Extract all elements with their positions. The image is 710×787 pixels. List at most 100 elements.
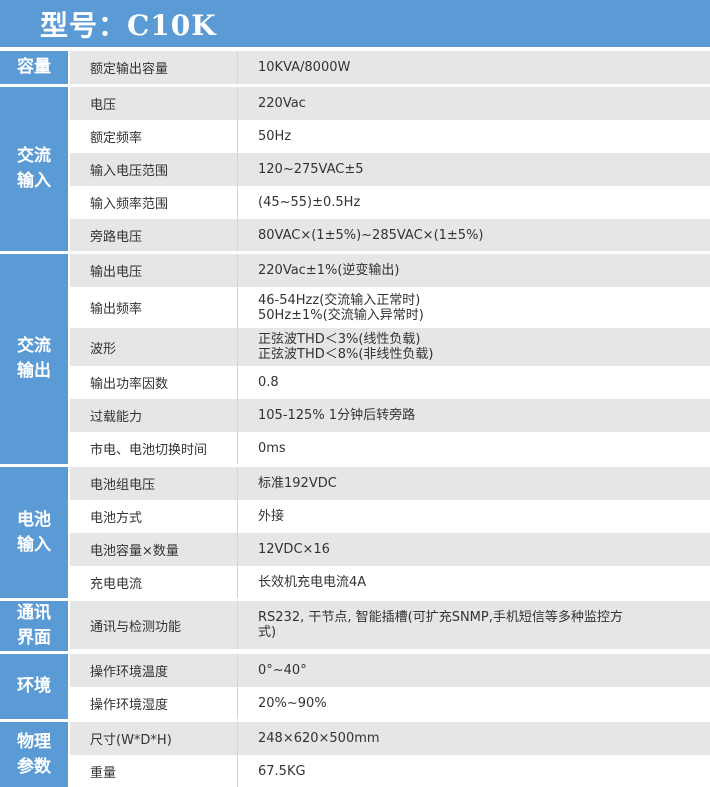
spec-name: 输出频率 — [70, 287, 238, 328]
spec-group: 容量 额定输出容量 10KVA/8000W — [0, 51, 710, 87]
group-label-text: 通讯界面 — [17, 603, 51, 648]
spec-value: 10KVA/8000W — [238, 51, 710, 84]
spec-row: 额定输出容量 10KVA/8000W — [70, 51, 710, 84]
spec-name: 通讯与检测功能 — [70, 601, 238, 649]
spec-name: 过载能力 — [70, 399, 238, 432]
spec-group: 电池输入 电池组电压 标准192VDC 电池方式 外接 电池容量×数量 12VDC×16 充电… — [0, 467, 710, 601]
spec-row: 输入频率范围 (45~55)±0.5Hz — [70, 186, 710, 219]
group-label: 环境 — [0, 654, 70, 719]
spec-value-line: (45~55)±0.5Hz — [258, 195, 361, 210]
spec-value: 外接 — [238, 500, 710, 533]
spec-name: 额定输出容量 — [70, 51, 238, 84]
spec-value: 248×620×500mm — [238, 722, 710, 755]
spec-sheet: 型号：C10K 容量 额定输出容量 10KVA/8000W 交流输入 电压 220Vac 额… — [0, 0, 710, 787]
spec-row: 电池方式 外接 — [70, 500, 710, 533]
group-label-text: 容量 — [17, 57, 51, 77]
spec-name: 尺寸(W*D*H) — [70, 722, 238, 755]
spec-value: 0.8 — [238, 366, 710, 399]
spec-value-line: 长效机充电电流4A — [258, 574, 367, 590]
spec-row: 电池容量×数量 12VDC×16 — [70, 533, 710, 566]
model-title: 型号：C10K — [40, 8, 217, 42]
spec-value-line: 标准192VDC — [258, 476, 337, 491]
spec-value-line: 105-125% 1分钟后转旁路 — [258, 408, 416, 423]
spec-value-line: 80VAC×(1±5%)~285VAC×(1±5%) — [258, 227, 484, 243]
spec-value: 长效机充电电流4A — [238, 566, 710, 598]
spec-value: 80VAC×(1±5%)~285VAC×(1±5%) — [238, 219, 710, 251]
spec-group: 通讯界面 通讯与检测功能 RS232, 干节点, 智能插槽(可扩充SNMP,手机短信… — [0, 601, 710, 654]
group-label: 电池输入 — [0, 467, 70, 598]
spec-value-line: 20%~90% — [258, 695, 327, 711]
spec-rows: 输出电压 220Vac±1%(逆变输出) 输出频率 46-54Hzz(交流输入正常时)… — [70, 254, 710, 464]
spec-name: 输入电压范围 — [70, 153, 238, 186]
spec-value-line: 外接 — [258, 509, 285, 524]
group-label: 物理参数 — [0, 722, 70, 787]
spec-name: 重量 — [70, 755, 238, 787]
spec-value: 46-54Hzz(交流输入正常时) 50Hz±1%(交流输入异常时) — [238, 287, 710, 328]
spec-name: 操作环境温度 — [70, 654, 238, 687]
spec-row: 额定频率 50Hz — [70, 120, 710, 153]
spec-value: 120~275VAC±5 — [238, 153, 710, 186]
group-label-text: 环境 — [17, 676, 51, 696]
spec-group: 交流输入 电压 220Vac 额定频率 50Hz 输入电压范围 120~275VAC±5 输入… — [0, 87, 710, 254]
spec-row: 电压 220Vac — [70, 87, 710, 120]
spec-value-line: 0°~40° — [258, 663, 307, 678]
group-label-text: 交流输出 — [17, 336, 51, 381]
spec-value-line: RS232, 干节点, 智能插槽(可扩充SNMP,手机短信等多种监控方 — [258, 610, 623, 625]
spec-rows: 操作环境温度 0°~40° 操作环境湿度 20%~90% — [70, 654, 710, 719]
spec-value: 20%~90% — [238, 687, 710, 719]
spec-rows: 电池组电压 标准192VDC 电池方式 外接 电池容量×数量 12VDC×16 充电电流 长效… — [70, 467, 710, 598]
spec-value: 220Vac±1%(逆变输出) — [238, 254, 710, 287]
spec-value: RS232, 干节点, 智能插槽(可扩充SNMP,手机短信等多种监控方 式) — [238, 601, 710, 649]
spec-name: 操作环境湿度 — [70, 687, 238, 719]
spec-row: 输出电压 220Vac±1%(逆变输出) — [70, 254, 710, 287]
spec-value-line: 0.8 — [258, 375, 279, 390]
spec-value-line: 正弦波THD＜8%(非线性负载) — [258, 347, 434, 362]
spec-value-line: 248×620×500mm — [258, 731, 380, 746]
spec-row: 旁路电压 80VAC×(1±5%)~285VAC×(1±5%) — [70, 219, 710, 251]
spec-name: 电压 — [70, 87, 238, 120]
spec-name: 旁路电压 — [70, 219, 238, 251]
spec-name: 额定频率 — [70, 120, 238, 153]
spec-value-line: 12VDC×16 — [258, 542, 330, 557]
spec-value: 220Vac — [238, 87, 710, 120]
spec-name: 输出电压 — [70, 254, 238, 287]
spec-rows: 电压 220Vac 额定频率 50Hz 输入电压范围 120~275VAC±5 输入频率范围… — [70, 87, 710, 251]
spec-value: 正弦波THD＜3%(线性负载) 正弦波THD＜8%(非线性负载) — [238, 328, 710, 366]
spec-name: 电池组电压 — [70, 467, 238, 500]
spec-row: 操作环境温度 0°~40° — [70, 654, 710, 687]
spec-rows: 尺寸(W*D*H) 248×620×500mm 重量 67.5KG — [70, 722, 710, 787]
spec-value: 105-125% 1分钟后转旁路 — [238, 399, 710, 432]
spec-value-line: 120~275VAC±5 — [258, 162, 364, 177]
spec-row: 输出功率因数 0.8 — [70, 366, 710, 399]
spec-value: 67.5KG — [238, 755, 710, 787]
spec-name: 电池容量×数量 — [70, 533, 238, 566]
spec-row: 尺寸(W*D*H) 248×620×500mm — [70, 722, 710, 755]
spec-value-line: 46-54Hzz(交流输入正常时) — [258, 292, 421, 308]
spec-value-line: 220Vac — [258, 96, 306, 111]
group-label: 交流输入 — [0, 87, 70, 251]
spec-rows: 额定输出容量 10KVA/8000W — [70, 51, 710, 84]
spec-name: 输出功率因数 — [70, 366, 238, 399]
spec-row: 波形 正弦波THD＜3%(线性负载) 正弦波THD＜8%(非线性负载) — [70, 328, 710, 366]
group-label-text: 电池输入 — [17, 509, 51, 555]
spec-group: 环境 操作环境温度 0°~40° 操作环境湿度 20%~90% — [0, 654, 710, 722]
group-label-text: 交流输入 — [17, 146, 51, 191]
spec-group: 物理参数 尺寸(W*D*H) 248×620×500mm 重量 67.5KG — [0, 722, 710, 787]
spec-name: 波形 — [70, 328, 238, 366]
spec-row: 输入电压范围 120~275VAC±5 — [70, 153, 710, 186]
spec-value: 标准192VDC — [238, 467, 710, 500]
spec-value-line: 正弦波THD＜3%(线性负载) — [258, 332, 421, 347]
spec-value-line: 220Vac±1%(逆变输出) — [258, 263, 400, 278]
spec-value: 0ms — [238, 432, 710, 464]
spec-group: 交流输出 输出电压 220Vac±1%(逆变输出) 输出频率 46-54Hzz(交流输入… — [0, 254, 710, 467]
spec-value-line: 10KVA/8000W — [258, 60, 351, 75]
spec-row: 过载能力 105-125% 1分钟后转旁路 — [70, 399, 710, 432]
spec-value-line: 50Hz — [258, 129, 292, 144]
spec-value: (45~55)±0.5Hz — [238, 186, 710, 219]
spec-row: 电池组电压 标准192VDC — [70, 467, 710, 500]
spec-row: 输出频率 46-54Hzz(交流输入正常时) 50Hz±1%(交流输入异常时) — [70, 287, 710, 328]
spec-row: 通讯与检测功能 RS232, 干节点, 智能插槽(可扩充SNMP,手机短信等多种监… — [70, 601, 710, 649]
spec-row: 充电电流 长效机充电电流4A — [70, 566, 710, 598]
spec-row: 市电、电池切换时间 0ms — [70, 432, 710, 464]
spec-row: 重量 67.5KG — [70, 755, 710, 787]
